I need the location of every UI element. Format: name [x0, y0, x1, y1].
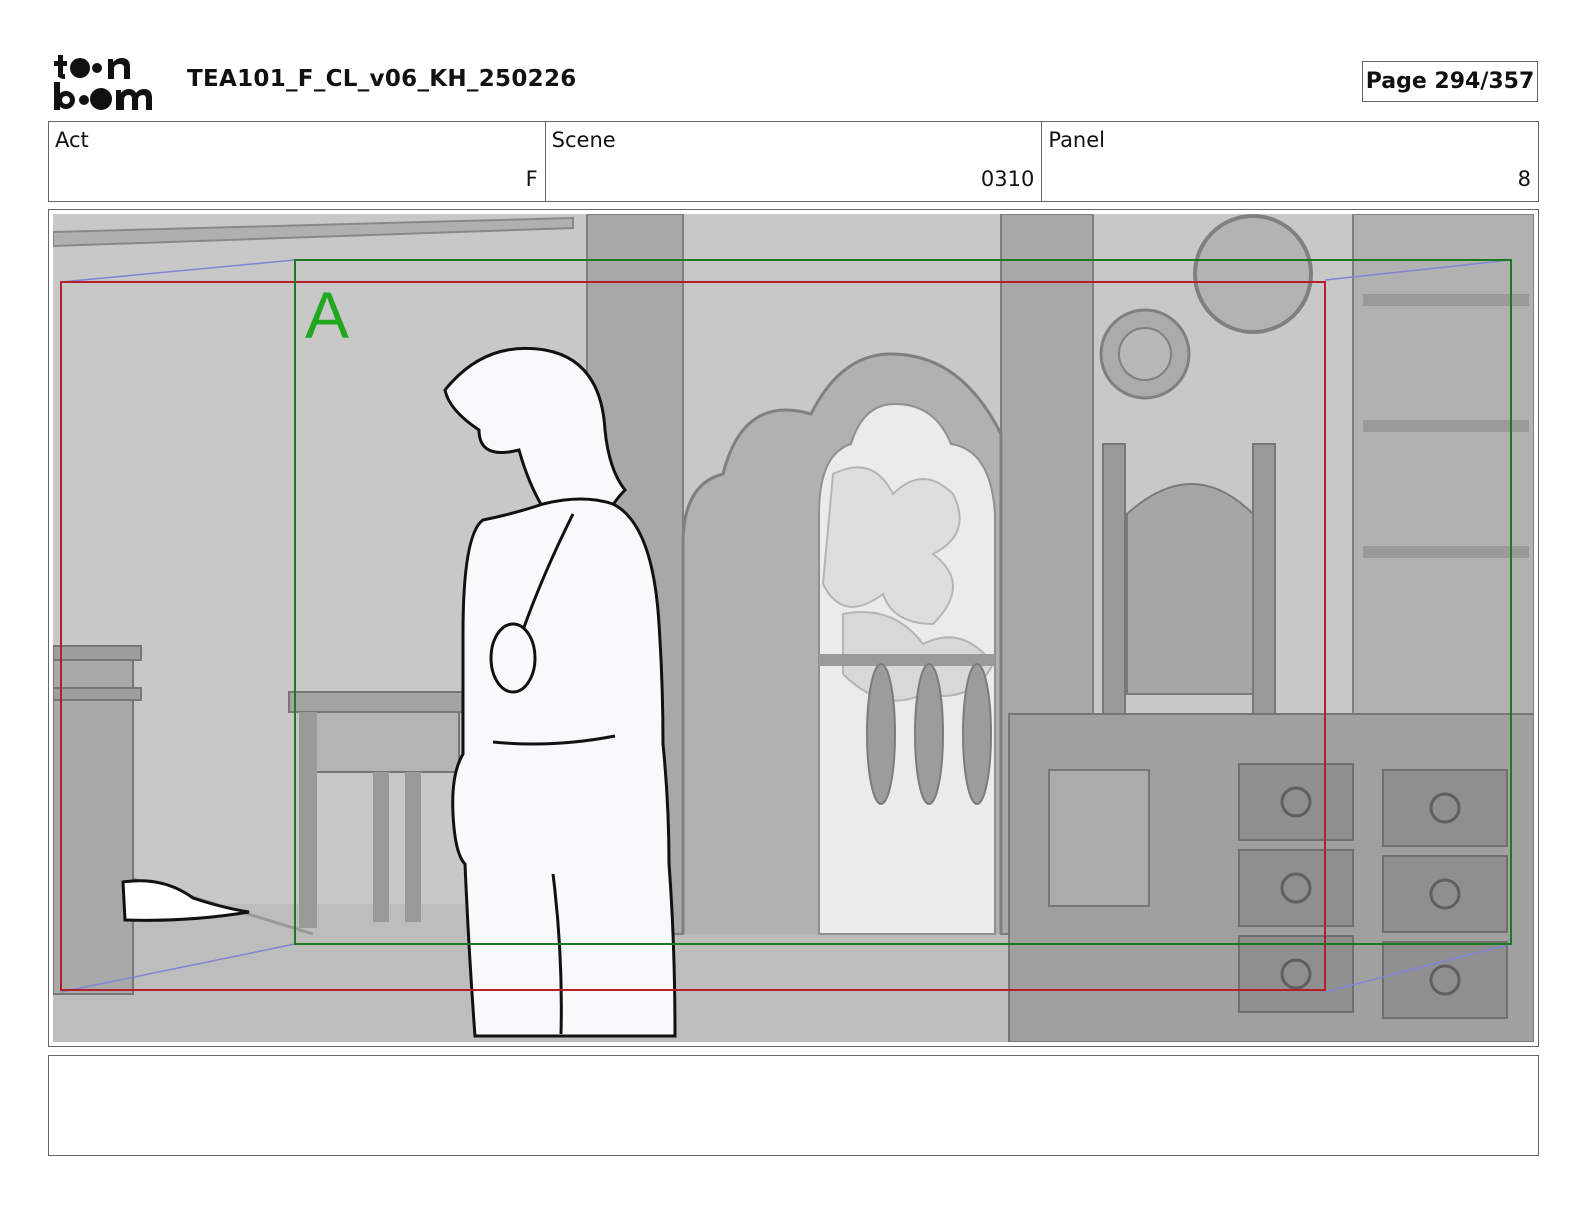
camera-label: A: [305, 278, 349, 352]
panel-notes: [48, 1055, 1539, 1156]
scene-value: 0310: [980, 167, 1035, 191]
document-title: TEA101_F_CL_v06_KH_250226: [187, 66, 577, 92]
storyboard-panel: A: [48, 209, 1539, 1047]
info-table: Act F Scene 0310 Panel 8: [48, 121, 1539, 202]
panel-label: Panel: [1048, 128, 1105, 152]
scene-cell: Scene 0310: [546, 122, 1043, 201]
act-label: Act: [55, 128, 89, 152]
panel-cell: Panel 8: [1042, 122, 1538, 201]
act-value: F: [525, 167, 538, 191]
toonboom-logo: [54, 55, 152, 110]
act-cell: Act F: [49, 122, 546, 201]
scene-label: Scene: [551, 128, 616, 152]
panel-drawing: A: [53, 214, 1534, 1042]
page-number: Page 294/357: [1362, 61, 1538, 102]
panel-value: 8: [1517, 167, 1532, 191]
